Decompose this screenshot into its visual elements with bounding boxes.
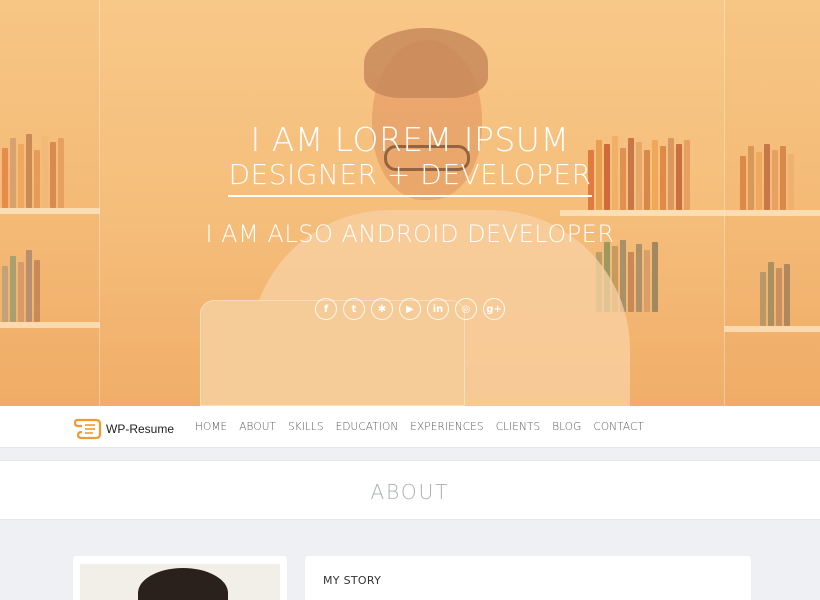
dribbble-icon[interactable]: ✱: [371, 298, 393, 320]
shelf: [0, 322, 100, 328]
hero-divider: [99, 0, 100, 406]
story-title: MY STORY: [323, 574, 382, 587]
hero-subtitle-text: DESIGNER + DEVELOPER: [228, 158, 592, 197]
story-card: MY STORY: [305, 556, 751, 600]
person-hair: [364, 28, 488, 98]
logo-text: WP-Resume: [106, 422, 175, 436]
hero-title: I AM LOREM IPSUM: [250, 120, 570, 159]
about-header-band: ABOUT: [0, 460, 820, 520]
youtube-icon[interactable]: ▶: [399, 298, 421, 320]
nav-home[interactable]: HOME: [195, 421, 227, 433]
hero-divider: [724, 0, 725, 406]
shelf: [724, 210, 820, 216]
shelf: [560, 210, 724, 216]
nav-about[interactable]: ABOUT: [239, 421, 276, 433]
twitter-icon[interactable]: t: [343, 298, 365, 320]
linkedin-icon[interactable]: in: [427, 298, 449, 320]
social-links: f t ✱ ▶ in ◎ g+: [0, 298, 820, 320]
profile-photo: [80, 564, 280, 600]
nav-clients[interactable]: CLIENTS: [496, 421, 541, 433]
profile-hair: [138, 568, 228, 600]
nav-contact[interactable]: CONTACT: [593, 421, 644, 433]
nav-skills[interactable]: SKILLS: [288, 421, 324, 433]
nav-education[interactable]: EDUCATION: [336, 421, 399, 433]
github-icon[interactable]: ◎: [455, 298, 477, 320]
hero-subtitle: DESIGNER + DEVELOPER: [0, 158, 820, 197]
hero-banner: I AM LOREM IPSUM DESIGNER + DEVELOPER I …: [0, 0, 820, 406]
profile-photo-card: [73, 556, 287, 600]
site-logo[interactable]: WP-Resume: [73, 416, 175, 442]
shelf: [724, 326, 820, 332]
scroll-icon: [73, 416, 104, 442]
main-navbar: WP-Resume HOME ABOUT SKILLS EDUCATION EX…: [0, 406, 820, 448]
nav-menu: HOME ABOUT SKILLS EDUCATION EXPERIENCES …: [195, 421, 644, 433]
section-title-about: ABOUT: [370, 480, 450, 504]
nav-blog[interactable]: BLOG: [552, 421, 581, 433]
hero-tagline: I AM ALSO ANDROID DEVELOPER: [205, 220, 615, 248]
google-plus-icon[interactable]: g+: [483, 298, 505, 320]
nav-experiences[interactable]: EXPERIENCES: [410, 421, 483, 433]
facebook-icon[interactable]: f: [315, 298, 337, 320]
shelf: [0, 208, 100, 214]
